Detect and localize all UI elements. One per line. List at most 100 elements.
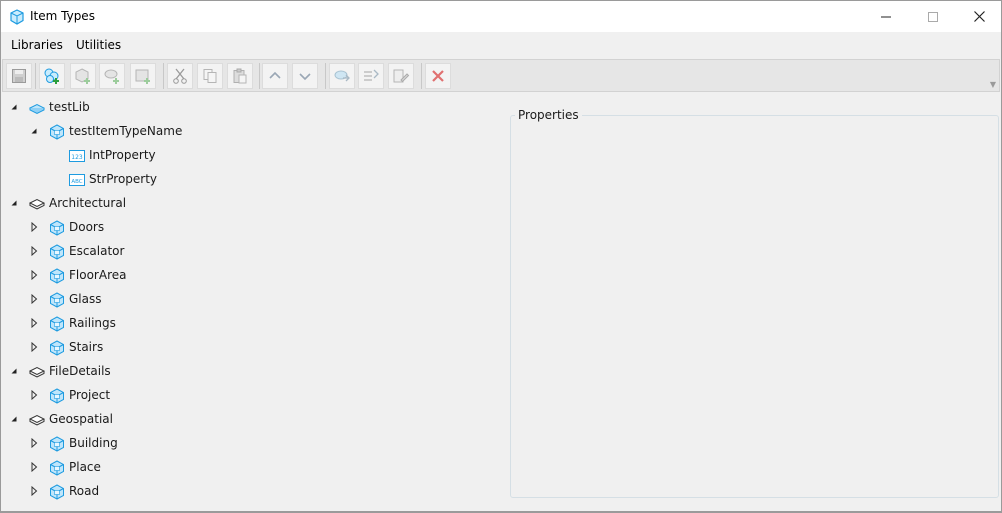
copy-icon	[203, 69, 217, 83]
add-property-button[interactable]	[99, 63, 125, 89]
tree-item[interactable]: 123 IntProperty	[1, 144, 501, 166]
collapsed-triangle-icon[interactable]	[29, 318, 39, 328]
tree-item-label: Building	[69, 436, 118, 450]
collapsed-triangle-icon[interactable]	[29, 294, 39, 304]
add-library-icon	[44, 68, 59, 84]
menu-libraries[interactable]: Libraries	[11, 38, 63, 52]
tree-item-label: testLib	[49, 100, 90, 114]
tree-item-label: Place	[69, 460, 101, 474]
library-icon	[28, 196, 46, 212]
save-button[interactable]	[6, 63, 32, 89]
minimize-button[interactable]	[863, 1, 909, 32]
toolbar-overflow-icon[interactable]: ▼	[990, 80, 996, 89]
tree-item-label: StrProperty	[89, 172, 158, 186]
menu-bar: Libraries Utilities	[1, 32, 1001, 58]
rename-button[interactable]	[358, 63, 384, 89]
import-icon	[334, 70, 350, 82]
maximize-icon	[928, 11, 938, 22]
add-custom-button[interactable]	[130, 63, 156, 89]
tree-item[interactable]: Road	[1, 480, 501, 502]
toolbar-separator	[259, 63, 260, 89]
add-property-icon	[104, 69, 119, 84]
tree-item-label: Railings	[69, 316, 116, 330]
move-up-button[interactable]	[262, 63, 288, 89]
properties-group	[510, 115, 999, 498]
item-type-icon	[49, 316, 65, 332]
tree-item[interactable]: Stairs	[1, 336, 501, 358]
title-bar: Item Types	[1, 1, 1001, 32]
move-down-button[interactable]	[292, 63, 318, 89]
menu-utilities[interactable]: Utilities	[76, 38, 121, 52]
tree-item[interactable]: Project	[1, 384, 501, 406]
collapsed-triangle-icon[interactable]	[29, 222, 39, 232]
tree-item-label: FloorArea	[69, 268, 127, 282]
import-button[interactable]	[329, 63, 355, 89]
expanded-triangle-icon[interactable]	[9, 366, 19, 376]
tree-item-label: testItemTypeName	[69, 124, 183, 138]
tree-item[interactable]: Place	[1, 456, 501, 478]
close-button[interactable]	[956, 1, 1002, 32]
tree-item[interactable]: Doors	[1, 216, 501, 238]
tree-item-label: Stairs	[69, 340, 104, 354]
tree-item-label: IntProperty	[89, 148, 156, 162]
item-type-icon	[49, 244, 65, 260]
collapsed-triangle-icon[interactable]	[29, 438, 39, 448]
properties-title: Properties	[515, 108, 582, 122]
arrow-up-icon	[269, 71, 281, 79]
item-type-tree: testLib testItemTypeName 123 IntProperty ABC…	[1, 96, 506, 508]
tree-item[interactable]: Building	[1, 432, 501, 454]
arrow-down-icon	[299, 73, 311, 81]
copy-button[interactable]	[197, 63, 223, 89]
int-property-icon: 123	[69, 150, 85, 166]
tree-item[interactable]: Geospatial	[1, 408, 501, 430]
window-bottom-border	[1, 511, 1001, 512]
collapsed-triangle-icon[interactable]	[29, 486, 39, 496]
tree-item[interactable]: ABC StrProperty	[1, 168, 501, 190]
add-library-button[interactable]	[39, 63, 65, 89]
item-type-icon	[49, 388, 65, 404]
delete-button[interactable]	[425, 63, 451, 89]
expanded-triangle-icon[interactable]	[9, 414, 19, 424]
window-title: Item Types	[30, 9, 95, 23]
collapsed-triangle-icon[interactable]	[29, 342, 39, 352]
string-property-icon: ABC	[69, 174, 85, 190]
tree-item-label: Geospatial	[49, 412, 113, 426]
toolbar: ▼	[2, 59, 1000, 92]
cut-button[interactable]	[167, 63, 193, 89]
add-item-type-icon	[75, 68, 90, 84]
tree-item-label: Doors	[69, 220, 105, 234]
library-icon	[28, 364, 46, 380]
expanded-triangle-icon[interactable]	[9, 198, 19, 208]
toolbar-separator	[163, 63, 164, 89]
tree-item[interactable]: testLib	[1, 96, 501, 118]
collapsed-triangle-icon[interactable]	[29, 270, 39, 280]
tree-item-label: Escalator	[69, 244, 125, 258]
tree-item[interactable]: Architectural	[1, 192, 501, 214]
item-type-icon	[49, 484, 65, 500]
edit-button[interactable]	[388, 63, 414, 89]
paste-button[interactable]	[227, 63, 253, 89]
collapsed-triangle-icon[interactable]	[29, 462, 39, 472]
item-types-app-icon	[10, 9, 24, 25]
toolbar-separator	[325, 63, 326, 89]
collapsed-triangle-icon[interactable]	[29, 246, 39, 256]
str-badge-text: ABC	[71, 179, 82, 185]
add-custom-icon	[135, 69, 150, 84]
close-icon	[973, 11, 985, 22]
int-badge-text: 123	[71, 154, 83, 161]
tree-item[interactable]: testItemTypeName	[1, 120, 501, 142]
expanded-triangle-icon[interactable]	[9, 102, 19, 112]
tree-item[interactable]: Escalator	[1, 240, 501, 262]
expanded-triangle-icon[interactable]	[29, 126, 39, 136]
library-icon	[28, 100, 46, 116]
tree-item[interactable]: Glass	[1, 288, 501, 310]
maximize-button[interactable]	[910, 1, 956, 32]
tree-item[interactable]: FileDetails	[1, 360, 501, 382]
collapsed-triangle-icon[interactable]	[29, 390, 39, 400]
delete-icon	[432, 70, 444, 82]
item-type-icon	[49, 124, 65, 140]
add-item-type-button[interactable]	[70, 63, 96, 89]
tree-item[interactable]: FloorArea	[1, 264, 501, 286]
tree-item[interactable]: Railings	[1, 312, 501, 334]
item-type-icon	[49, 436, 65, 452]
